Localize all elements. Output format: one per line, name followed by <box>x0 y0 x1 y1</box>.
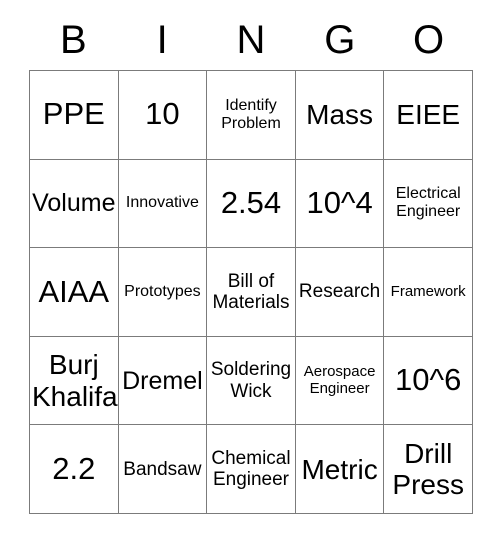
bingo-cell-text: Mass <box>306 99 374 131</box>
bingo-cell-r2c4[interactable]: 10^4 <box>295 159 385 249</box>
bingo-cell-text: Aerospace Engineer <box>303 362 376 397</box>
bingo-cell-r2c5[interactable]: Electrical Engineer <box>384 159 473 249</box>
bingo-cell-r3c2[interactable]: Prototypes <box>118 248 208 337</box>
bingo-header-letter-o: O <box>413 18 445 62</box>
bingo-cell-r3c5[interactable]: Framework <box>384 248 473 337</box>
bingo-cell-text: Drill Press <box>392 437 464 501</box>
bingo-cell-text: 10 <box>145 96 180 132</box>
bingo-cell-r4c3[interactable]: Soldering Wick <box>207 336 296 426</box>
bingo-cell-text: Bill of Materials <box>212 270 290 313</box>
bingo-header-letter-n: N <box>236 18 266 62</box>
bingo-header-row: B I N G O <box>29 14 473 66</box>
bingo-cell-text: EIEE <box>396 99 461 131</box>
bingo-cell-text: Burj Khalifa <box>32 349 118 412</box>
bingo-cell-r5c4[interactable]: Metric <box>295 425 385 514</box>
bingo-header-letter-b: B <box>60 18 87 62</box>
bingo-cell-r5c1[interactable]: 2.2 <box>30 425 119 514</box>
bingo-cell-r2c1[interactable]: Volume <box>30 159 119 249</box>
bingo-cell-r4c2[interactable]: Dremel <box>118 336 208 426</box>
bingo-cell-r2c3[interactable]: 2.54 <box>207 159 296 249</box>
bingo-cell-text: Innovative <box>125 194 199 212</box>
bingo-header-letter-g: G <box>324 18 356 62</box>
bingo-cell-r4c4[interactable]: Aerospace Engineer <box>295 336 385 426</box>
bingo-cell-text: Dremel <box>122 366 203 395</box>
bingo-cell-r5c2[interactable]: Bandsaw <box>118 425 208 514</box>
bingo-cell-text: Identify Problem <box>221 96 281 132</box>
bingo-cell-r1c3[interactable]: Identify Problem <box>207 71 296 160</box>
bingo-cell-text: AIAA <box>38 273 110 309</box>
bingo-header-letter-i: I <box>156 18 168 62</box>
bingo-cell-text: 2.2 <box>52 450 96 486</box>
bingo-cell-text: Soldering Wick <box>210 359 292 402</box>
bingo-cell-text: PPE <box>42 96 105 132</box>
bingo-cell-text: Volume <box>32 189 116 218</box>
bingo-cell-r5c3[interactable]: Chemical Engineer <box>207 425 296 514</box>
bingo-cell-text: 10^6 <box>395 362 462 398</box>
bingo-cell-text: Prototypes <box>124 283 201 301</box>
bingo-cell-text: Metric <box>301 453 378 485</box>
bingo-cell-r4c1[interactable]: Burj Khalifa <box>30 336 119 426</box>
bingo-cell-text: Bandsaw <box>123 458 202 480</box>
bingo-cell-r3c1[interactable]: AIAA <box>30 248 119 337</box>
bingo-cell-text: 10^4 <box>306 185 373 221</box>
bingo-cell-r3c3[interactable]: Bill of Materials <box>207 248 296 337</box>
bingo-cell-r2c2[interactable]: Innovative <box>118 159 208 249</box>
bingo-cell-text: Research <box>298 281 381 303</box>
bingo-cell-r4c5[interactable]: 10^6 <box>384 336 473 426</box>
bingo-grid: PPE 10 Identify Problem Mass EIEE Volume… <box>29 70 473 514</box>
bingo-cell-text: Framework <box>390 282 466 300</box>
bingo-cell-r1c4[interactable]: Mass <box>295 71 385 160</box>
bingo-cell-text: Chemical Engineer <box>211 447 291 491</box>
bingo-cell-r3c4[interactable]: Research <box>295 248 385 337</box>
bingo-cell-r5c5[interactable]: Drill Press <box>384 425 473 514</box>
bingo-cell-text: 2.54 <box>220 185 282 221</box>
bingo-cell-r1c2[interactable]: 10 <box>118 71 208 160</box>
bingo-card: B I N G O PPE 10 Identify Problem Mass E… <box>0 0 500 544</box>
bingo-cell-text: Electrical Engineer <box>395 185 461 221</box>
bingo-cell-r1c1[interactable]: PPE <box>30 71 119 160</box>
bingo-cell-r1c5[interactable]: EIEE <box>384 71 473 160</box>
